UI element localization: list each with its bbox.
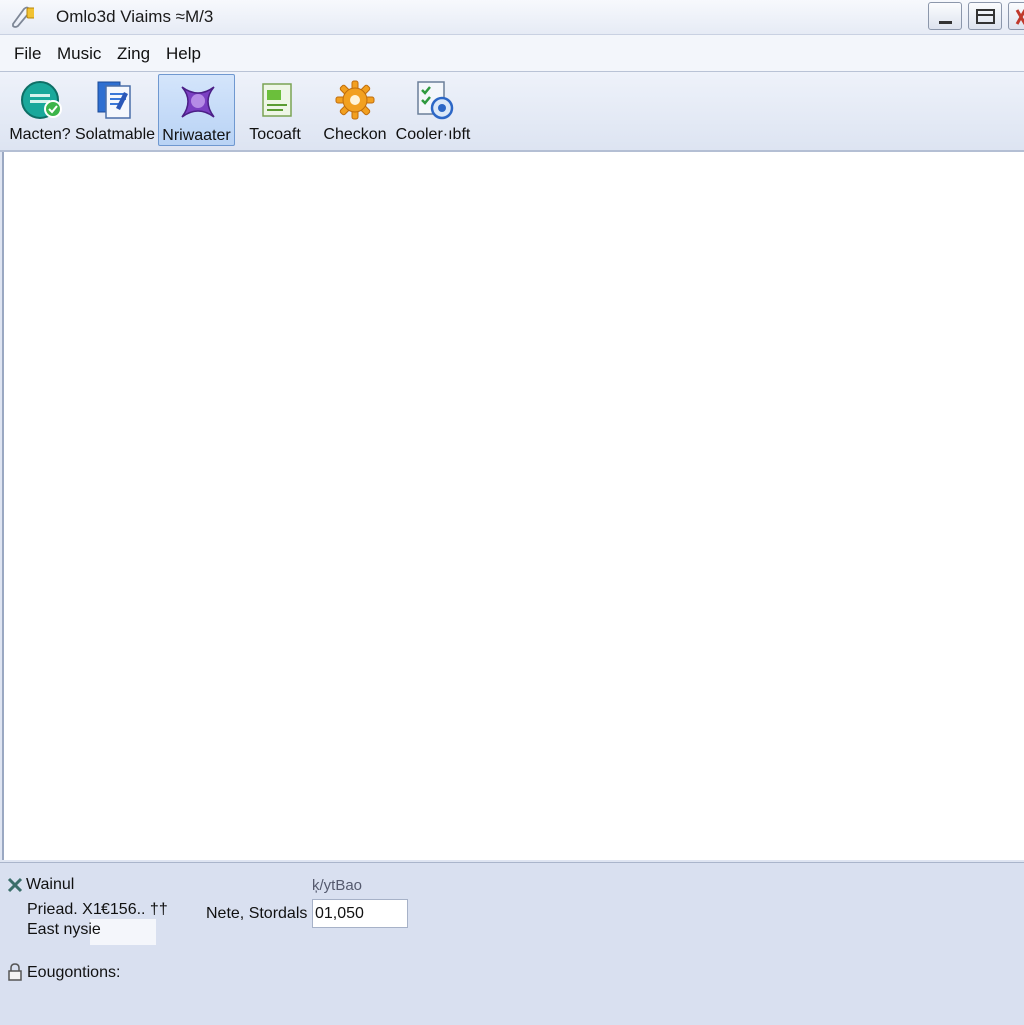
menu-bar: File Music Zing Help (0, 35, 1024, 72)
menu-help[interactable]: Help (166, 44, 201, 64)
toolbar-button-checkon[interactable]: Checkon (320, 74, 390, 146)
nete-input[interactable]: 01,050 (312, 899, 408, 928)
panel-column-header: ķ/ytBao (312, 877, 363, 894)
main-content-area[interactable] (2, 152, 1024, 860)
panel-title: Wainul (26, 876, 75, 893)
toolbar-button-cooler[interactable]: Cooler·ıbft (392, 74, 474, 146)
toolbar-button-solatmable[interactable]: Solatmable (74, 74, 156, 146)
minimize-button[interactable] (928, 2, 962, 30)
app-window: Omlo3d Viaims ≈M/3 File Music Zing Help … (0, 0, 1024, 1025)
purple-gem-icon (181, 86, 215, 118)
priead-value: €156.. †† (101, 901, 168, 918)
toolbar-label-checkon: Checkon (323, 126, 387, 143)
properties-panel: Wainul ķ/ytBao Priead. X1 €156.. †† East… (0, 862, 1024, 1025)
toolbar-label-cooler: Cooler·ıbft (395, 126, 471, 143)
maximize-button[interactable] (968, 2, 1002, 30)
menu-music[interactable]: Music (57, 44, 101, 64)
nete-label: Nete, Stordals (206, 905, 308, 922)
lock-icon (8, 963, 22, 981)
gear-icon (335, 80, 375, 120)
eougontions-label: Eougontions: (27, 964, 121, 981)
toolbar-button-macten[interactable]: Macten? (6, 74, 74, 146)
app-icon (12, 6, 34, 28)
window-title: Omlo3d Viaims ≈M/3 (56, 7, 214, 26)
toolbar-label-nriwaater: Nriwaater (162, 127, 231, 144)
close-button[interactable] (1008, 2, 1024, 30)
toolbar: Macten? Solatmable Nriwaater Tocoaft Che… (0, 72, 1024, 152)
toolbar-button-nriwaater[interactable]: Nriwaater (158, 74, 235, 146)
checklist-icon (417, 81, 454, 120)
close-icon (1015, 9, 1024, 25)
toolbar-label-macten: Macten? (9, 126, 71, 143)
menu-zing[interactable]: Zing (117, 44, 150, 64)
toolbar-button-tocoaft[interactable]: Tocoaft (240, 74, 310, 146)
toolbar-label-solatmable: Solatmable (74, 126, 156, 143)
tools-icon (7, 877, 23, 893)
maximize-icon (976, 9, 995, 24)
title-bar: Omlo3d Viaims ≈M/3 (0, 0, 1024, 35)
documents-icon (97, 81, 131, 119)
globe-icon (21, 81, 62, 119)
east-label: East nysie (27, 921, 101, 938)
minimize-icon (939, 21, 952, 24)
priead-label: Priead. X1 (27, 901, 102, 918)
green-document-icon (262, 83, 292, 117)
toolbar-label-tocoaft: Tocoaft (249, 126, 301, 143)
menu-file[interactable]: File (14, 44, 41, 64)
